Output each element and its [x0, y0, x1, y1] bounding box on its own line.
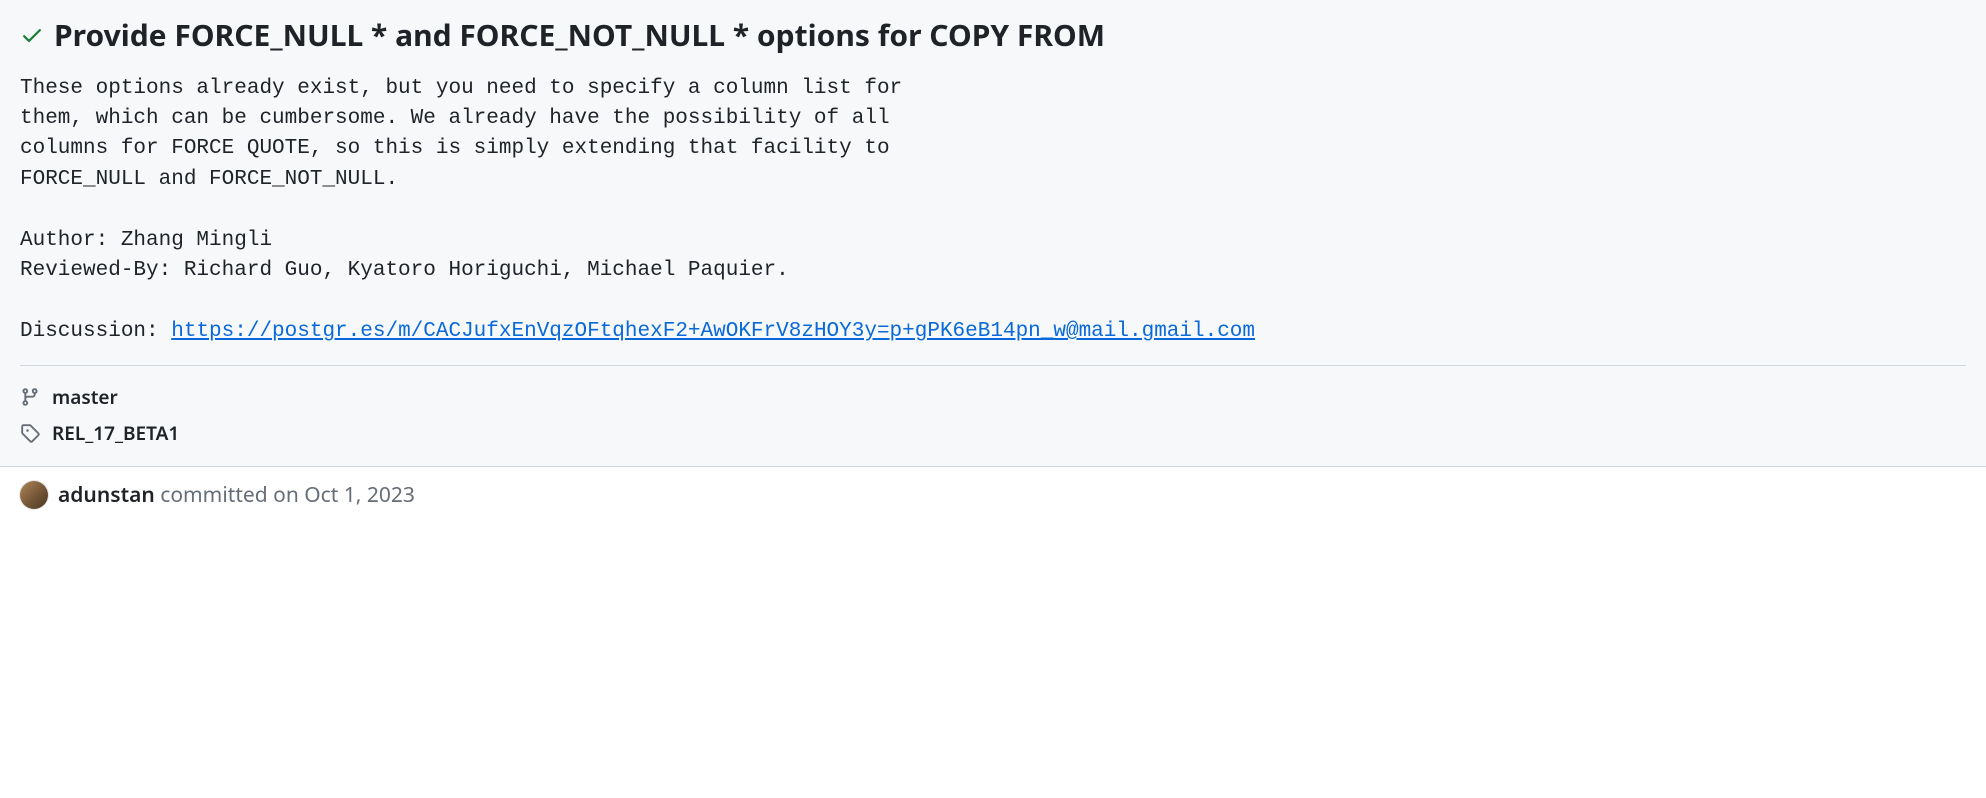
commit-body: These options already exist, but you nee…	[20, 77, 902, 344]
branch-row: master	[20, 384, 1966, 410]
tag-icon	[20, 423, 40, 443]
tag-row: REL_17_BETA1	[20, 420, 1966, 446]
committer-row: adunstan committed on Oct 1, 2023	[0, 467, 1986, 523]
commit-description: These options already exist, but you nee…	[20, 74, 1966, 348]
commit-title: Provide FORCE_NULL * and FORCE_NOT_NULL …	[54, 16, 1105, 54]
avatar[interactable]	[20, 481, 48, 509]
commit-date: on Oct 1, 2023	[273, 481, 415, 509]
branch-link[interactable]: master	[52, 384, 118, 410]
check-icon	[20, 23, 44, 47]
branch-icon	[20, 387, 40, 407]
tag-link[interactable]: REL_17_BETA1	[52, 420, 179, 446]
discussion-link[interactable]: https://postgr.es/m/CACJufxEnVqzOFtqhexF…	[171, 320, 1255, 343]
committed-label: committed	[160, 481, 273, 509]
committer-name[interactable]: adunstan	[58, 481, 155, 509]
